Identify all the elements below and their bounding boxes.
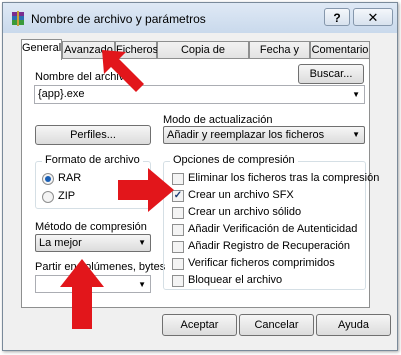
- checkbox-recovery-record[interactable]: [172, 241, 184, 253]
- chevron-down-icon[interactable]: ▼: [138, 235, 146, 251]
- window-title: Nombre de archivo y parámetros: [31, 12, 206, 26]
- close-icon: ✕: [367, 10, 379, 25]
- chevron-down-icon[interactable]: ▼: [352, 127, 360, 143]
- help-button[interactable]: Ayuda: [316, 314, 391, 336]
- update-mode-select[interactable]: Añadir y reemplazar los ficheros ▼: [163, 126, 365, 144]
- arrow-right-icon: [118, 168, 174, 212]
- title-bar: Nombre de archivo y parámetros ? ✕: [3, 3, 397, 33]
- chevron-down-icon[interactable]: ▼: [352, 86, 360, 103]
- checkbox-authenticity[interactable]: [172, 224, 184, 236]
- cancel-button[interactable]: Cancelar: [239, 314, 314, 336]
- tab-copia-de-seguridad[interactable]: Copia de seguridad: [157, 41, 249, 72]
- tab-general[interactable]: General: [21, 39, 62, 60]
- tab-comentario[interactable]: Comentario: [310, 41, 370, 58]
- tab-fecha-y-hora[interactable]: Fecha y hora: [249, 41, 310, 72]
- create-sfx-label[interactable]: Crear un archivo SFX: [188, 189, 294, 201]
- recovery-record-label[interactable]: Añadir Registro de Recuperación: [188, 240, 350, 252]
- help-title-button[interactable]: ?: [324, 8, 350, 26]
- archive-format-title: Formato de archivo: [42, 154, 143, 166]
- compression-method-label: Método de compresión: [35, 221, 147, 233]
- compression-options-group: Opciones de compresión Eliminar los fich…: [163, 154, 379, 290]
- arrow-up-left-icon: [102, 50, 144, 92]
- archive-name-input[interactable]: {app}.exe ▼: [34, 85, 365, 104]
- radio-zip[interactable]: [42, 191, 54, 203]
- browse-button[interactable]: Buscar...: [298, 64, 364, 84]
- radio-rar-label[interactable]: RAR: [58, 172, 81, 184]
- compression-method-select[interactable]: La mejor ▼: [35, 234, 151, 252]
- authenticity-label[interactable]: Añadir Verificación de Autenticidad: [188, 223, 357, 235]
- lock-archive-label[interactable]: Bloquear el archivo: [188, 274, 282, 286]
- checkbox-test-files[interactable]: [172, 258, 184, 270]
- archive-name-value: {app}.exe: [38, 88, 85, 100]
- chevron-down-icon[interactable]: ▼: [138, 276, 146, 293]
- accept-button[interactable]: Aceptar: [162, 314, 237, 336]
- solid-archive-label[interactable]: Crear un archivo sólido: [188, 206, 301, 218]
- radio-zip-label[interactable]: ZIP: [58, 190, 75, 202]
- compression-method-value: La mejor: [39, 237, 82, 249]
- winrar-icon: [12, 11, 24, 26]
- radio-selected-dot: [45, 176, 51, 182]
- test-files-label[interactable]: Verificar ficheros comprimidos: [188, 257, 335, 269]
- update-mode-value: Añadir y reemplazar los ficheros: [167, 129, 325, 141]
- update-mode-label: Modo de actualización: [163, 114, 273, 126]
- checkmark-icon: ✓: [173, 190, 183, 201]
- radio-rar[interactable]: [42, 173, 54, 185]
- close-button[interactable]: ✕: [353, 8, 393, 26]
- delete-files-label[interactable]: Eliminar los ficheros tras la compresión: [188, 172, 379, 184]
- profiles-button[interactable]: Perfiles...: [35, 125, 151, 145]
- checkbox-lock-archive[interactable]: [172, 275, 184, 287]
- compression-options-title: Opciones de compresión: [170, 154, 298, 166]
- arrow-up-icon: [60, 259, 104, 329]
